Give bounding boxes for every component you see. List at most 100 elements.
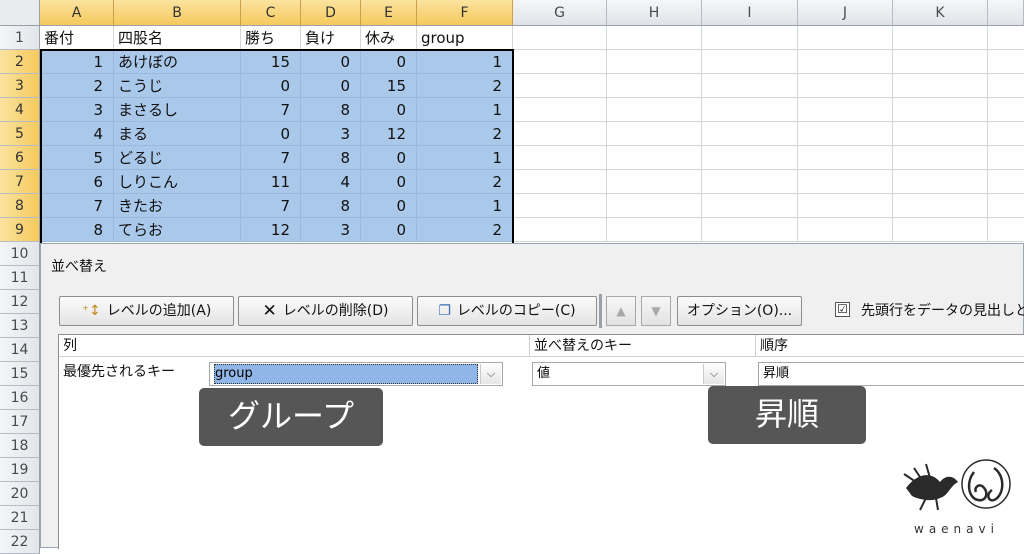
empty-cell[interactable] [988, 170, 1024, 194]
table-cell[interactable]: 2 [417, 74, 513, 98]
table-cell[interactable]: 0 [301, 74, 361, 98]
empty-cell[interactable] [988, 98, 1024, 122]
empty-cell[interactable] [513, 170, 607, 194]
select-all-corner[interactable] [0, 0, 40, 26]
empty-cell[interactable] [893, 50, 988, 74]
empty-cell[interactable] [513, 26, 607, 50]
row-header-16[interactable]: 16 [0, 386, 40, 410]
column-header-e[interactable]: E [361, 0, 417, 26]
column-header-f[interactable]: F [417, 0, 513, 26]
empty-cell[interactable] [988, 218, 1024, 242]
order-select[interactable]: 昇順 [758, 362, 1024, 386]
empty-cell[interactable] [702, 170, 798, 194]
delete-level-button[interactable]: ✕ レベルの削除(D) [238, 296, 413, 326]
empty-cell[interactable] [988, 74, 1024, 98]
empty-cell[interactable] [513, 74, 607, 98]
row-header-13[interactable]: 13 [0, 314, 40, 338]
empty-cell[interactable] [607, 218, 702, 242]
header-cell[interactable]: 負け [301, 26, 361, 50]
empty-cell[interactable] [607, 194, 702, 218]
empty-cell[interactable] [513, 194, 607, 218]
row-header-15[interactable]: 15 [0, 362, 40, 386]
column-header-c[interactable]: C [241, 0, 301, 26]
table-cell[interactable]: 1 [417, 98, 513, 122]
header-cell[interactable]: 四股名 [114, 26, 241, 50]
table-cell[interactable]: 0 [361, 50, 417, 74]
table-cell[interactable]: 15 [241, 50, 301, 74]
table-cell[interactable]: 0 [361, 146, 417, 170]
empty-cell[interactable] [607, 98, 702, 122]
table-cell[interactable]: 4 [301, 170, 361, 194]
empty-cell[interactable] [988, 122, 1024, 146]
row-header-7[interactable]: 7 [0, 170, 40, 194]
empty-cell[interactable] [893, 122, 988, 146]
row-header-17[interactable]: 17 [0, 410, 40, 434]
table-cell[interactable]: まさるし [114, 98, 241, 122]
row-header-12[interactable]: 12 [0, 290, 40, 314]
row-header-9[interactable]: 9 [0, 218, 40, 242]
table-cell[interactable]: 11 [241, 170, 301, 194]
copy-level-button[interactable]: ❐ レベルのコピー(C) [417, 296, 597, 326]
empty-cell[interactable] [702, 98, 798, 122]
table-cell[interactable]: 8 [40, 218, 114, 242]
row-header-21[interactable]: 21 [0, 506, 40, 530]
table-cell[interactable]: 7 [241, 194, 301, 218]
table-cell[interactable]: 1 [417, 50, 513, 74]
table-cell[interactable]: 0 [361, 98, 417, 122]
table-cell[interactable]: 3 [40, 98, 114, 122]
empty-cell[interactable] [702, 122, 798, 146]
header-cell[interactable]: group [417, 26, 513, 50]
table-cell[interactable]: 1 [417, 194, 513, 218]
table-cell[interactable]: 2 [417, 218, 513, 242]
table-cell[interactable]: 2 [417, 170, 513, 194]
table-cell[interactable]: どるじ [114, 146, 241, 170]
table-cell[interactable]: 12 [241, 218, 301, 242]
table-cell[interactable]: 6 [40, 170, 114, 194]
row-header-2[interactable]: 2 [0, 50, 40, 74]
table-cell[interactable]: まる [114, 122, 241, 146]
empty-cell[interactable] [798, 146, 893, 170]
empty-cell[interactable] [702, 74, 798, 98]
table-cell[interactable]: 0 [241, 122, 301, 146]
row-header-20[interactable]: 20 [0, 482, 40, 506]
row-header-8[interactable]: 8 [0, 194, 40, 218]
options-button[interactable]: オプション(O)... [677, 296, 802, 326]
table-cell[interactable]: 3 [301, 218, 361, 242]
empty-cell[interactable] [798, 170, 893, 194]
empty-cell[interactable] [988, 146, 1024, 170]
row-header-6[interactable]: 6 [0, 146, 40, 170]
move-down-button[interactable]: ▼ [641, 296, 671, 326]
header-cell[interactable]: 勝ち [241, 26, 301, 50]
table-cell[interactable]: 7 [241, 98, 301, 122]
table-cell[interactable]: 0 [361, 170, 417, 194]
empty-cell[interactable] [893, 98, 988, 122]
empty-cell[interactable] [607, 50, 702, 74]
table-cell[interactable]: 12 [361, 122, 417, 146]
empty-cell[interactable] [798, 194, 893, 218]
empty-cell[interactable] [607, 122, 702, 146]
table-cell[interactable]: 0 [241, 74, 301, 98]
empty-cell[interactable] [607, 146, 702, 170]
empty-cell[interactable] [513, 50, 607, 74]
table-cell[interactable]: 8 [301, 98, 361, 122]
empty-cell[interactable] [513, 218, 607, 242]
empty-cell[interactable] [988, 26, 1024, 50]
table-cell[interactable]: 1 [417, 146, 513, 170]
table-cell[interactable]: 0 [361, 218, 417, 242]
table-cell[interactable]: 0 [361, 194, 417, 218]
empty-cell[interactable] [893, 218, 988, 242]
column-header-a[interactable]: A [40, 0, 114, 26]
row-header-22[interactable]: 22 [0, 530, 40, 554]
column-header-d[interactable]: D [301, 0, 361, 26]
sort-on-select[interactable]: 値 ⌵ [532, 362, 726, 386]
empty-cell[interactable] [702, 50, 798, 74]
header-cell[interactable]: 番付 [40, 26, 114, 50]
column-select[interactable]: group ⌵ [209, 362, 503, 386]
table-cell[interactable]: あけぼの [114, 50, 241, 74]
table-cell[interactable]: 2 [417, 122, 513, 146]
table-cell[interactable]: きたお [114, 194, 241, 218]
column-header-h[interactable]: H [607, 0, 702, 26]
row-header-3[interactable]: 3 [0, 74, 40, 98]
empty-cell[interactable] [702, 146, 798, 170]
empty-cell[interactable] [988, 50, 1024, 74]
